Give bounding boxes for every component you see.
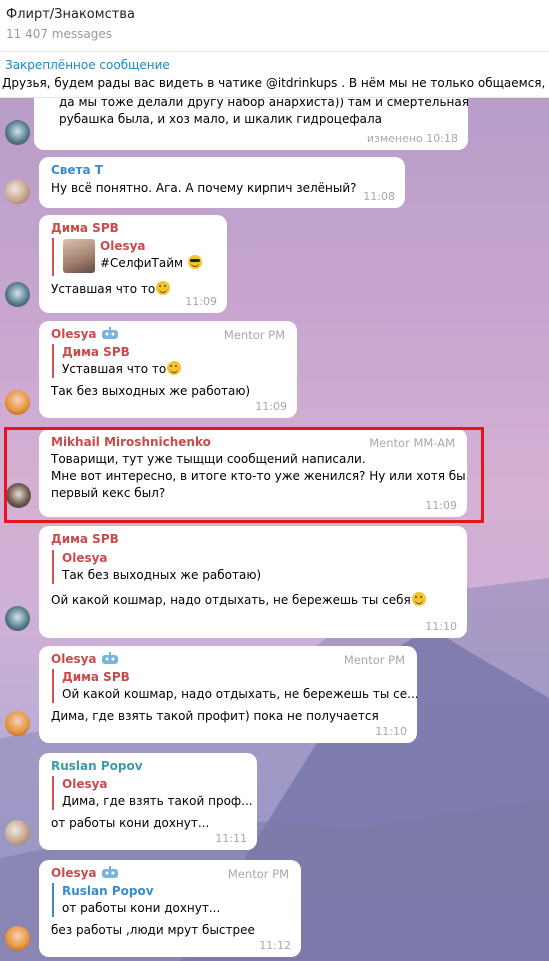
avatar[interactable] [5,282,30,307]
avatar[interactable] [5,179,30,204]
message-bubble[interactable]: Ruslan Popov Olesya Дима, где взять тако… [39,753,257,850]
wink-emoji [167,361,182,375]
message-text: да мы тоже делали другу набор анархиста)… [59,98,469,109]
highlight-box [4,427,484,523]
message-sender[interactable]: Дима SPB [51,221,215,235]
reply-quote[interactable]: Дима SPB Ой какой кошмар, надо отдыхать,… [52,669,419,703]
message-time: 11:12 [259,939,291,952]
message-bubble[interactable]: Света Т Ну всё понятно. Ага. А почему ки… [39,157,405,208]
reply-sender: Olesya [62,551,108,565]
pinned-title: Закреплённое сообщение [5,58,170,72]
message-bubble[interactable]: Olesya Mentor PM Дима SPB Уставшая что т… [39,321,297,418]
message-text: Дима, где взять такой профит) пока не по… [51,709,379,723]
member-tag: Mentor PM [223,328,285,342]
reply-text: Ой какой кошмар, надо отдыхать, не береж… [62,687,419,701]
message-time: 11:10 [375,725,407,738]
message-text: от работы кони дохнут... [51,816,210,830]
message-time: 11:10 [425,620,457,633]
reply-quote[interactable]: Olesya Так без выходных же работаю) [52,550,455,584]
message-bubble[interactable]: Olesya Mentor PM Дима SPB Ой какой кошма… [39,646,419,743]
message-time: 11:09 [255,400,287,413]
pinned-message[interactable]: Закреплённое сообщение Друзья, будем рад… [0,52,549,98]
reply-sender: Olesya [100,239,146,253]
reply-quote[interactable]: Olesya Дима, где взять такой проф... [52,776,253,810]
message-time: 11:09 [185,295,217,308]
bot-icon [101,652,118,664]
reply-text: от работы кони дохнут... [62,901,221,915]
message-bubble[interactable]: да мы тоже делали другу набор анархиста)… [34,98,469,150]
pinned-text: Друзья, будем рады вас видеть в чатике @… [2,76,549,90]
message-bubble[interactable]: Olesya Mentor PM Ruslan Popov от работы … [39,860,301,957]
message-text: Так без выходных же работаю) [51,384,251,398]
message-count: 11 407 messages [6,27,112,41]
message-text: без работы ,люди мрут быстрее [51,923,255,937]
bot-icon [101,327,118,339]
reply-sender: Дима SPB [62,345,130,359]
chat-header: Флирт/Знакомства 11 407 messages [0,0,549,52]
avatar[interactable] [5,120,30,145]
chat-area[interactable]: да мы тоже делали другу набор анархиста)… [0,98,549,961]
reply-quote[interactable]: Ruslan Popov от работы кони дохнут... [52,883,289,917]
avatar[interactable] [5,606,30,631]
reply-text: Уставшая что то [62,361,285,378]
message-sender[interactable]: Дима SPB [51,532,455,546]
reply-quote[interactable]: Дима SPB Уставшая что то [52,344,285,378]
reply-sender: Дима SPB [62,670,130,684]
message-text: Ну всё понятно. Ага. А почему кирпич зел… [51,181,357,195]
reply-thumbnail [63,239,95,273]
message-text: Ой какой кошмар, надо отдыхать, не береж… [51,592,455,609]
message-sender[interactable]: Света Т [51,163,393,177]
reply-sender: Ruslan Popov [62,884,154,898]
message-sender[interactable]: Ruslan Popov [51,759,245,773]
message-time: изменено 10:18 [366,132,458,145]
member-tag: Mentor PM [343,653,405,667]
reply-text: Так без выходных же работаю) [62,568,262,582]
avatar[interactable] [5,926,30,951]
reply-text: #СелфиТайм [100,255,215,272]
message-bubble[interactable]: Дима SPB Olesya Так без выходных же рабо… [39,526,467,638]
message-time: 11:11 [215,832,247,845]
cool-emoji [187,255,202,269]
avatar[interactable] [5,390,30,415]
message-text: рубашка была, и хоз мало, и шкалик гидро… [59,112,382,126]
reply-sender: Olesya [62,777,108,791]
message-bubble[interactable]: Дима SPB Olesya #СелфиТайм Уставшая что … [39,215,227,313]
bot-icon [101,866,118,878]
wink-emoji [411,592,426,606]
member-tag: Mentor PM [227,867,289,881]
wink-emoji [156,281,171,295]
avatar[interactable] [5,711,30,736]
reply-text: Дима, где взять такой проф... [62,794,253,808]
avatar[interactable] [5,820,30,845]
reply-quote[interactable]: Olesya #СелфиТайм [52,238,215,276]
chat-title[interactable]: Флирт/Знакомства [6,7,135,22]
message-time: 11:08 [363,190,395,203]
